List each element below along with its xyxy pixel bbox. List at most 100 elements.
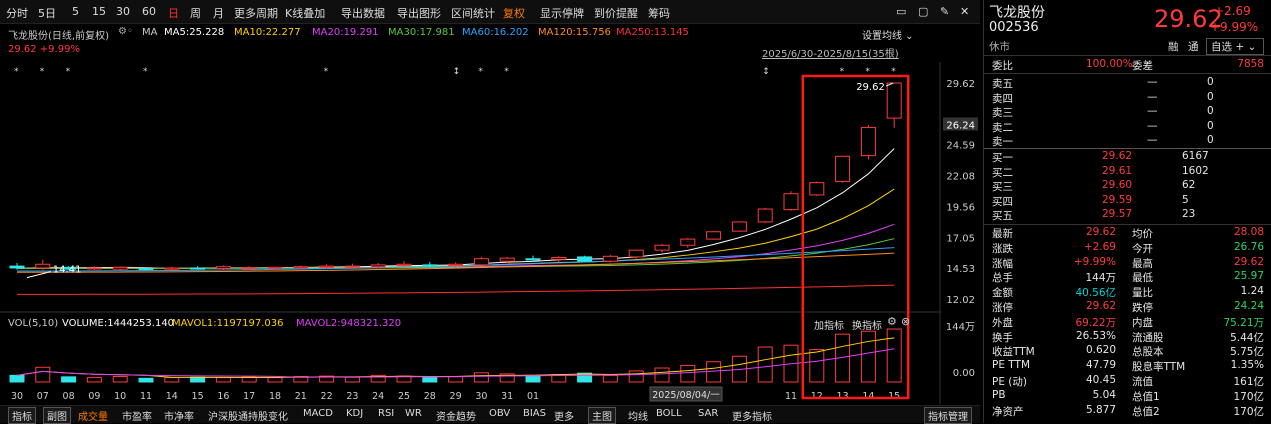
indicator-tab[interactable]: SAR bbox=[698, 408, 718, 419]
close-icon[interactable]: ⊗ bbox=[901, 315, 910, 328]
candle-body bbox=[731, 221, 747, 232]
period-tab[interactable]: 日 bbox=[168, 5, 179, 21]
period-tab[interactable]: K线叠加 bbox=[285, 5, 325, 21]
candle-body bbox=[344, 265, 360, 268]
period-tab[interactable]: 30 bbox=[116, 5, 130, 18]
indicator-tab[interactable]: 指标管理 bbox=[924, 407, 972, 424]
ma10-line bbox=[16, 188, 895, 270]
indicator-tab[interactable]: 副图 bbox=[43, 407, 71, 424]
margin-button[interactable]: 融 bbox=[1168, 39, 1179, 54]
ma20-line bbox=[16, 223, 895, 270]
period-tab[interactable]: 60 bbox=[142, 5, 156, 18]
window-icon[interactable]: ▢ bbox=[918, 5, 928, 18]
ma250-line bbox=[16, 284, 895, 295]
indicator-tab[interactable]: 市净率 bbox=[164, 408, 194, 423]
pen-icon[interactable]: ✎ bbox=[940, 5, 949, 18]
price-tick-label: 19.56 bbox=[946, 202, 975, 213]
candle-body bbox=[215, 266, 231, 270]
indicator-bar: 指标 副图 成交量 市盈率 市净率 沪深股通持股变化 MACD KDJ RSI WR 资金趋势 OBV… bbox=[0, 405, 980, 424]
date-label: 09 bbox=[88, 391, 100, 402]
indicator-tab[interactable]: RSI bbox=[378, 408, 394, 419]
close-icon[interactable]: ✕ bbox=[960, 5, 969, 18]
period-tab[interactable]: 筹码 bbox=[648, 5, 670, 21]
candle-body bbox=[860, 126, 876, 157]
mavol2-value: MAVOL2:948321.320 bbox=[296, 318, 402, 329]
weibi-row: 委比 100.00% 委差 7858 bbox=[992, 58, 1264, 72]
indicator-tab[interactable]: 指标 bbox=[8, 407, 36, 424]
mavol1-value: MAVOL1:1197197.036 bbox=[172, 318, 284, 329]
stat-row: PB 5.04 总值1 170亿 bbox=[992, 388, 1264, 403]
candle-body bbox=[577, 256, 593, 262]
indicator-tab[interactable]: 成交量 bbox=[78, 408, 108, 423]
indicator-tab[interactable]: OBV bbox=[489, 408, 510, 419]
period-tab[interactable]: 分时 bbox=[6, 5, 28, 21]
price-change: +2.69 bbox=[1214, 4, 1251, 18]
period-tab[interactable]: 15 bbox=[92, 5, 106, 18]
price-tick-label: 24.59 bbox=[946, 141, 975, 152]
gear-icon[interactable]: ⚙ bbox=[887, 315, 897, 328]
indicator-tab[interactable]: WR bbox=[405, 408, 422, 419]
indicator-tab[interactable]: 资金趋势 bbox=[436, 408, 476, 423]
high-marker: 29.62 bbox=[856, 82, 885, 93]
period-tab[interactable]: 到价提醒 bbox=[594, 5, 638, 21]
candle-body bbox=[654, 244, 670, 251]
date-label: 24 bbox=[372, 391, 384, 402]
period-tab[interactable]: 显示停牌 bbox=[540, 5, 584, 21]
candle-body bbox=[499, 257, 515, 262]
indicator-tab[interactable]: 更多指标 bbox=[732, 408, 772, 423]
date-label: 08 bbox=[63, 391, 75, 402]
ask-row: 卖三 —0 bbox=[992, 105, 1214, 120]
candle-body bbox=[448, 263, 464, 266]
date-tooltip: 2025/08/04/一 bbox=[652, 390, 720, 401]
volume-bar bbox=[422, 377, 438, 383]
add-watchlist-button[interactable]: 自选 + ⌄ bbox=[1206, 38, 1264, 55]
date-label: 13 bbox=[837, 391, 849, 402]
volume-bar bbox=[86, 377, 102, 383]
candle-body bbox=[190, 267, 206, 270]
chart-area[interactable]: 飞龙股份(日线,前复权) ⚙◦ MA MA5:25.228 MA10:22.27… bbox=[0, 24, 980, 404]
stat-row: 涨停 29.62 跌停 24.24 bbox=[992, 300, 1264, 314]
stat-row: 涨幅 +9.99% 最高 29.62 bbox=[992, 255, 1264, 270]
stock-code: 002536 bbox=[989, 20, 1039, 35]
period-tab[interactable]: 周 bbox=[190, 5, 201, 21]
connect-button[interactable]: 通 bbox=[1188, 39, 1199, 54]
volume-bar bbox=[680, 364, 696, 383]
indicator-tab[interactable]: BOLL bbox=[656, 408, 682, 419]
indicator-tab[interactable]: 更多 bbox=[554, 408, 574, 423]
indicator-tab[interactable]: 沪深股通持股变化 bbox=[208, 408, 288, 423]
period-tab[interactable]: 5 bbox=[72, 5, 79, 18]
switch-indicator-button[interactable]: 换指标 bbox=[852, 317, 882, 332]
candle-body bbox=[112, 266, 128, 270]
period-tab[interactable]: 5日 bbox=[38, 5, 56, 21]
period-tab[interactable]: 导出图形 bbox=[397, 5, 441, 21]
period-tab[interactable]: 导出数据 bbox=[341, 5, 385, 21]
date-label: 01 bbox=[527, 391, 539, 402]
add-indicator-button[interactable]: 加指标 bbox=[814, 317, 844, 332]
date-label: 21 bbox=[295, 391, 307, 402]
period-tab[interactable]: 月 bbox=[213, 5, 224, 21]
volume-bar bbox=[61, 376, 77, 383]
indicator-tab[interactable]: KDJ bbox=[346, 408, 363, 419]
volume-bar bbox=[809, 349, 825, 383]
indicator-tab[interactable]: 市盈率 bbox=[122, 408, 152, 423]
period-tab[interactable]: 复权 bbox=[503, 5, 525, 21]
period-tab[interactable]: 更多周期 bbox=[234, 5, 278, 21]
candle-body bbox=[680, 238, 696, 246]
date-label: 25 bbox=[398, 391, 410, 402]
period-tab[interactable]: 区间统计 bbox=[451, 5, 495, 21]
candle-body bbox=[835, 155, 851, 182]
stat-row: PE TTM 47.79 股息率TTM 1.35% bbox=[992, 359, 1264, 374]
quote-panel: 飞龙股份 002536 休市 29.62 +2.69 +9.99% 融 通 自选… bbox=[983, 0, 1271, 423]
indicator-tab[interactable]: 均线 bbox=[628, 408, 648, 423]
screen-icon[interactable]: ▭ bbox=[896, 5, 906, 18]
date-label: 30 bbox=[475, 391, 487, 402]
indicator-tab[interactable]: 主图 bbox=[588, 407, 616, 424]
candlestick-chart[interactable]: 29.62 26.24 24.59 22.08 19.56 17.05 14.53 12.02… bbox=[0, 24, 980, 404]
indicator-tab[interactable]: BIAS bbox=[523, 408, 546, 419]
event-marker: * bbox=[143, 67, 148, 77]
ma5-line bbox=[16, 148, 895, 269]
indicator-tab[interactable]: MACD bbox=[303, 408, 333, 419]
date-label: 12 bbox=[811, 391, 823, 402]
candle-body bbox=[267, 266, 283, 270]
candle-body bbox=[422, 264, 438, 267]
